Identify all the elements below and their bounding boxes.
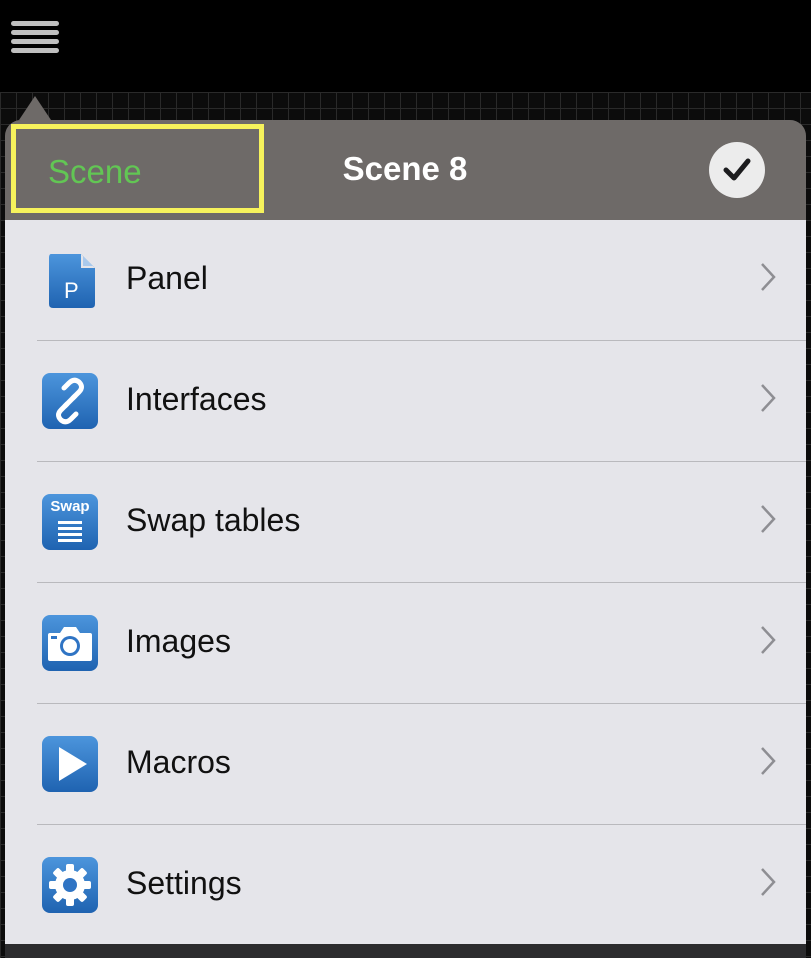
camera-icon — [42, 615, 98, 671]
popover-arrow — [19, 96, 51, 120]
chevron-right-icon — [761, 505, 776, 533]
menu-item-label: Panel — [126, 260, 208, 296]
done-button[interactable] — [709, 142, 765, 198]
menu-item-panel[interactable]: P Panel — [5, 220, 806, 341]
menu-item-macros[interactable]: Macros — [5, 704, 806, 825]
chevron-right-icon — [761, 868, 776, 896]
menu-item-label: Swap tables — [126, 502, 301, 538]
swap-tables-icon: Swap — [42, 494, 98, 550]
menu-item-interfaces[interactable]: Interfaces — [5, 341, 806, 462]
popover-bottom-edge — [5, 944, 806, 958]
top-bar — [0, 0, 811, 92]
menu-item-settings[interactable]: Settings — [5, 825, 806, 946]
gear-icon — [42, 857, 98, 913]
popover-header: Scene Scene 8 — [5, 120, 806, 220]
chevron-right-icon — [761, 263, 776, 291]
menu-item-label: Macros — [126, 744, 231, 780]
scene-menu-list: P Panel Interfaces Swap Swap tables Imag… — [5, 220, 806, 944]
menu-item-label: Settings — [126, 865, 242, 901]
chevron-right-icon — [761, 626, 776, 654]
scene-popover: Scene Scene 8 P Panel Interfaces Swap Sw… — [5, 120, 806, 958]
chevron-right-icon — [761, 384, 776, 412]
popover-title: Scene 8 — [342, 150, 468, 187]
scene-back-button[interactable]: Scene — [11, 124, 264, 213]
svg-text:P: P — [64, 278, 79, 303]
menu-item-label: Interfaces — [126, 381, 267, 417]
menu-item-images[interactable]: Images — [5, 583, 806, 704]
checkmark-icon — [723, 158, 751, 181]
menu-item-swap-tables[interactable]: Swap Swap tables — [5, 462, 806, 583]
hamburger-menu-icon[interactable] — [11, 21, 59, 61]
chevron-right-icon — [761, 747, 776, 775]
panel-icon: P — [49, 254, 95, 308]
link-icon — [42, 373, 98, 429]
menu-item-label: Images — [126, 623, 231, 659]
play-icon — [42, 736, 98, 792]
scene-back-label: Scene — [48, 153, 142, 190]
